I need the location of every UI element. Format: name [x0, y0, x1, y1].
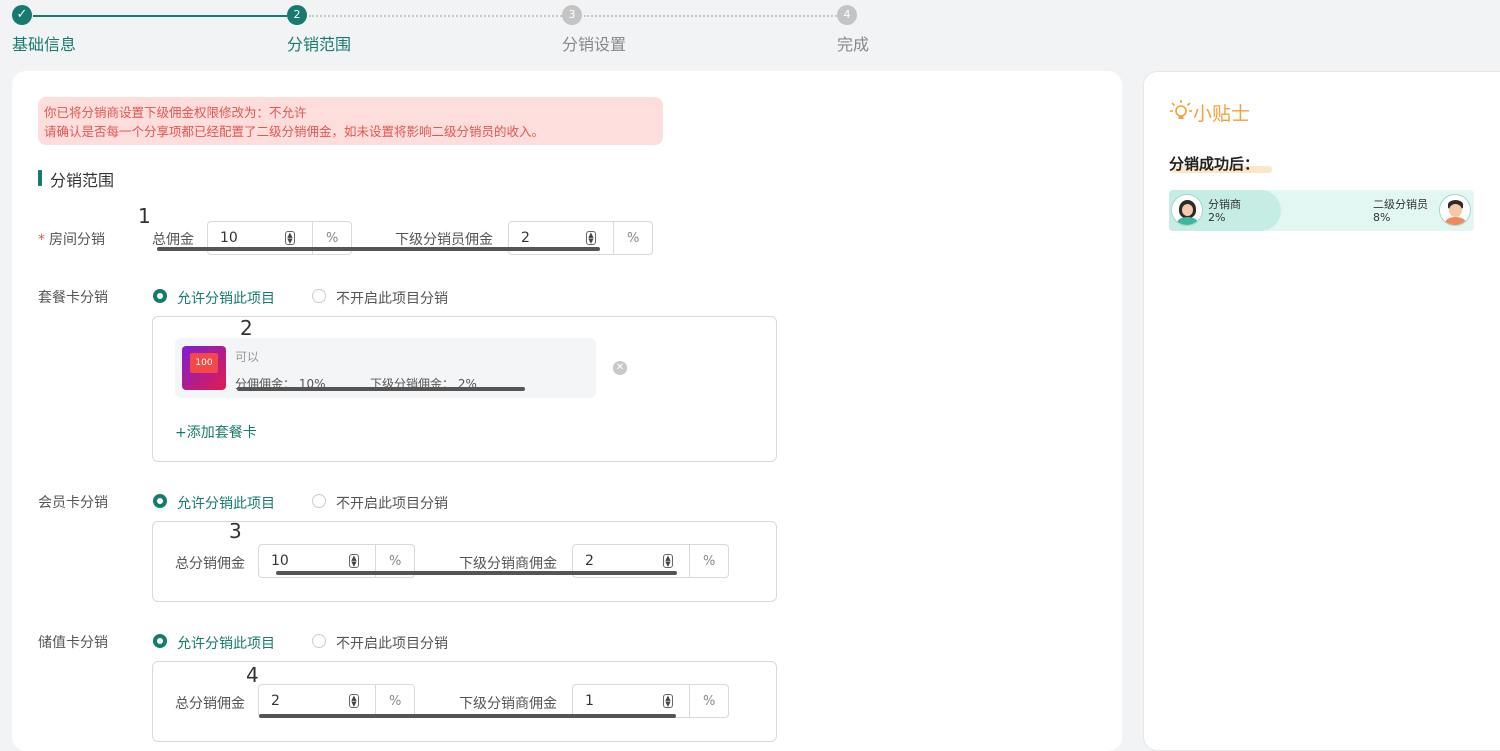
annotation-4: 4: [246, 663, 259, 687]
stored-allow-radio[interactable]: [153, 634, 167, 648]
package-allow-radio[interactable]: [153, 289, 167, 303]
step-2-circle: 2: [287, 5, 307, 25]
package-item-name: 可以: [235, 350, 260, 364]
step-line-3: [584, 15, 837, 17]
stored-total-input[interactable]: 2 ▲ ▼ %: [258, 684, 415, 718]
member-total-value: 10: [271, 553, 289, 569]
underline-1: [157, 247, 600, 251]
room-total-value: 10: [220, 230, 238, 246]
annotation-2: 2: [240, 316, 253, 340]
package-deny-label[interactable]: 不开启此项目分销: [336, 288, 448, 308]
step-1-check-icon: ✓: [12, 5, 32, 25]
step-2-label[interactable]: 分销范围: [287, 31, 351, 55]
avatar-icon: [1171, 194, 1203, 226]
member-total-label: 总分销佣金: [175, 556, 245, 572]
spinner-icon[interactable]: ▲ ▼: [285, 231, 295, 245]
tips-right-name: 二级分销员: [1373, 198, 1428, 211]
tips-right-pct: 8%: [1373, 211, 1391, 224]
package-thumbnail: 100: [182, 346, 226, 390]
unit-percent: %: [389, 694, 402, 709]
lightbulb-icon: [1170, 100, 1192, 119]
tips-left-pct: 2%: [1208, 211, 1226, 224]
member-deny-radio[interactable]: [312, 494, 326, 508]
warning-notice: 你已将分销商设置下级佣金权限修改为：不允许 请确认是否每一个分享项都已经配置了二…: [38, 97, 663, 145]
spinner-icon[interactable]: ▲ ▼: [663, 694, 673, 708]
annotation-3: 3: [229, 519, 242, 543]
unit-percent: %: [703, 694, 716, 709]
stored-label: 储值卡分销: [38, 635, 108, 651]
warning-line-2: 请确认是否每一个分享项都已经配置了二级分销佣金，如未设置将影响二级分销员的收入。: [44, 124, 545, 139]
step-4-circle: 4: [837, 5, 857, 25]
package-deny-radio[interactable]: [312, 289, 326, 303]
avatar-icon: [1439, 194, 1471, 226]
stored-deny-label[interactable]: 不开启此项目分销: [336, 633, 448, 653]
stored-deny-radio[interactable]: [312, 634, 326, 648]
spinner-icon[interactable]: ▲ ▼: [586, 231, 596, 245]
package-allow-label[interactable]: 允许分销此项目: [177, 288, 275, 308]
close-circle-icon[interactable]: ✕: [613, 361, 627, 375]
unit-divider: [613, 221, 614, 255]
stored-allow-label[interactable]: 允许分销此项目: [177, 633, 275, 653]
spinner-icon[interactable]: ▲ ▼: [349, 554, 359, 568]
member-allow-radio[interactable]: [153, 494, 167, 508]
warning-line-1: 你已将分销商设置下级佣金权限修改为：不允许: [44, 105, 307, 120]
add-package-button[interactable]: +添加套餐卡: [175, 422, 257, 442]
stored-sub-label: 下级分销商佣金: [459, 696, 557, 712]
unit-divider: [689, 544, 690, 578]
tips-left-name: 分销商: [1208, 198, 1241, 211]
unit-percent: %: [627, 231, 640, 246]
stored-sub-value: 1: [585, 693, 594, 709]
step-4-label[interactable]: 完成: [837, 31, 869, 55]
unit-percent: %: [389, 554, 402, 569]
underline-2: [237, 387, 525, 391]
member-sub-value: 2: [585, 553, 594, 569]
step-line-2: [309, 15, 562, 17]
member-deny-label[interactable]: 不开启此项目分销: [336, 493, 448, 513]
step-1-label[interactable]: 基础信息: [12, 31, 76, 55]
underline-4: [259, 714, 676, 718]
section-title-bar: [38, 170, 42, 186]
tips-subtitle: 分销成功后：: [1169, 155, 1260, 173]
room-sub-value: 2: [521, 230, 530, 246]
step-line-1: [33, 15, 287, 17]
thumbnail-badge: 100: [190, 353, 218, 373]
section-title: 分销范围: [50, 171, 115, 190]
step-3-circle: 3: [562, 5, 582, 25]
spinner-icon[interactable]: ▲ ▼: [349, 694, 359, 708]
package-label: 套餐卡分销: [38, 290, 108, 306]
member-sub-label: 下级分销商佣金: [459, 556, 557, 572]
room-label: * 房间分销: [38, 229, 105, 249]
step-3-label[interactable]: 分销设置: [562, 31, 626, 55]
required-mark: *: [38, 232, 45, 248]
tips-title: 小贴士: [1193, 103, 1251, 125]
stored-sub-input[interactable]: 1 ▲ ▼ %: [572, 684, 729, 718]
unit-percent: %: [326, 231, 339, 246]
member-allow-label[interactable]: 允许分销此项目: [177, 493, 275, 513]
unit-percent: %: [703, 554, 716, 569]
member-label: 会员卡分销: [38, 495, 108, 511]
stored-total-label: 总分销佣金: [175, 696, 245, 712]
room-sub-label: 下级分销员佣金: [395, 232, 493, 248]
annotation-1: 1: [138, 204, 151, 228]
room-label-text: 房间分销: [49, 232, 105, 248]
stored-total-value: 2: [271, 693, 280, 709]
underline-3: [276, 571, 677, 575]
unit-divider: [375, 684, 376, 718]
room-total-label: 总佣金: [152, 232, 194, 248]
spinner-icon[interactable]: ▲ ▼: [663, 554, 673, 568]
unit-divider: [689, 684, 690, 718]
